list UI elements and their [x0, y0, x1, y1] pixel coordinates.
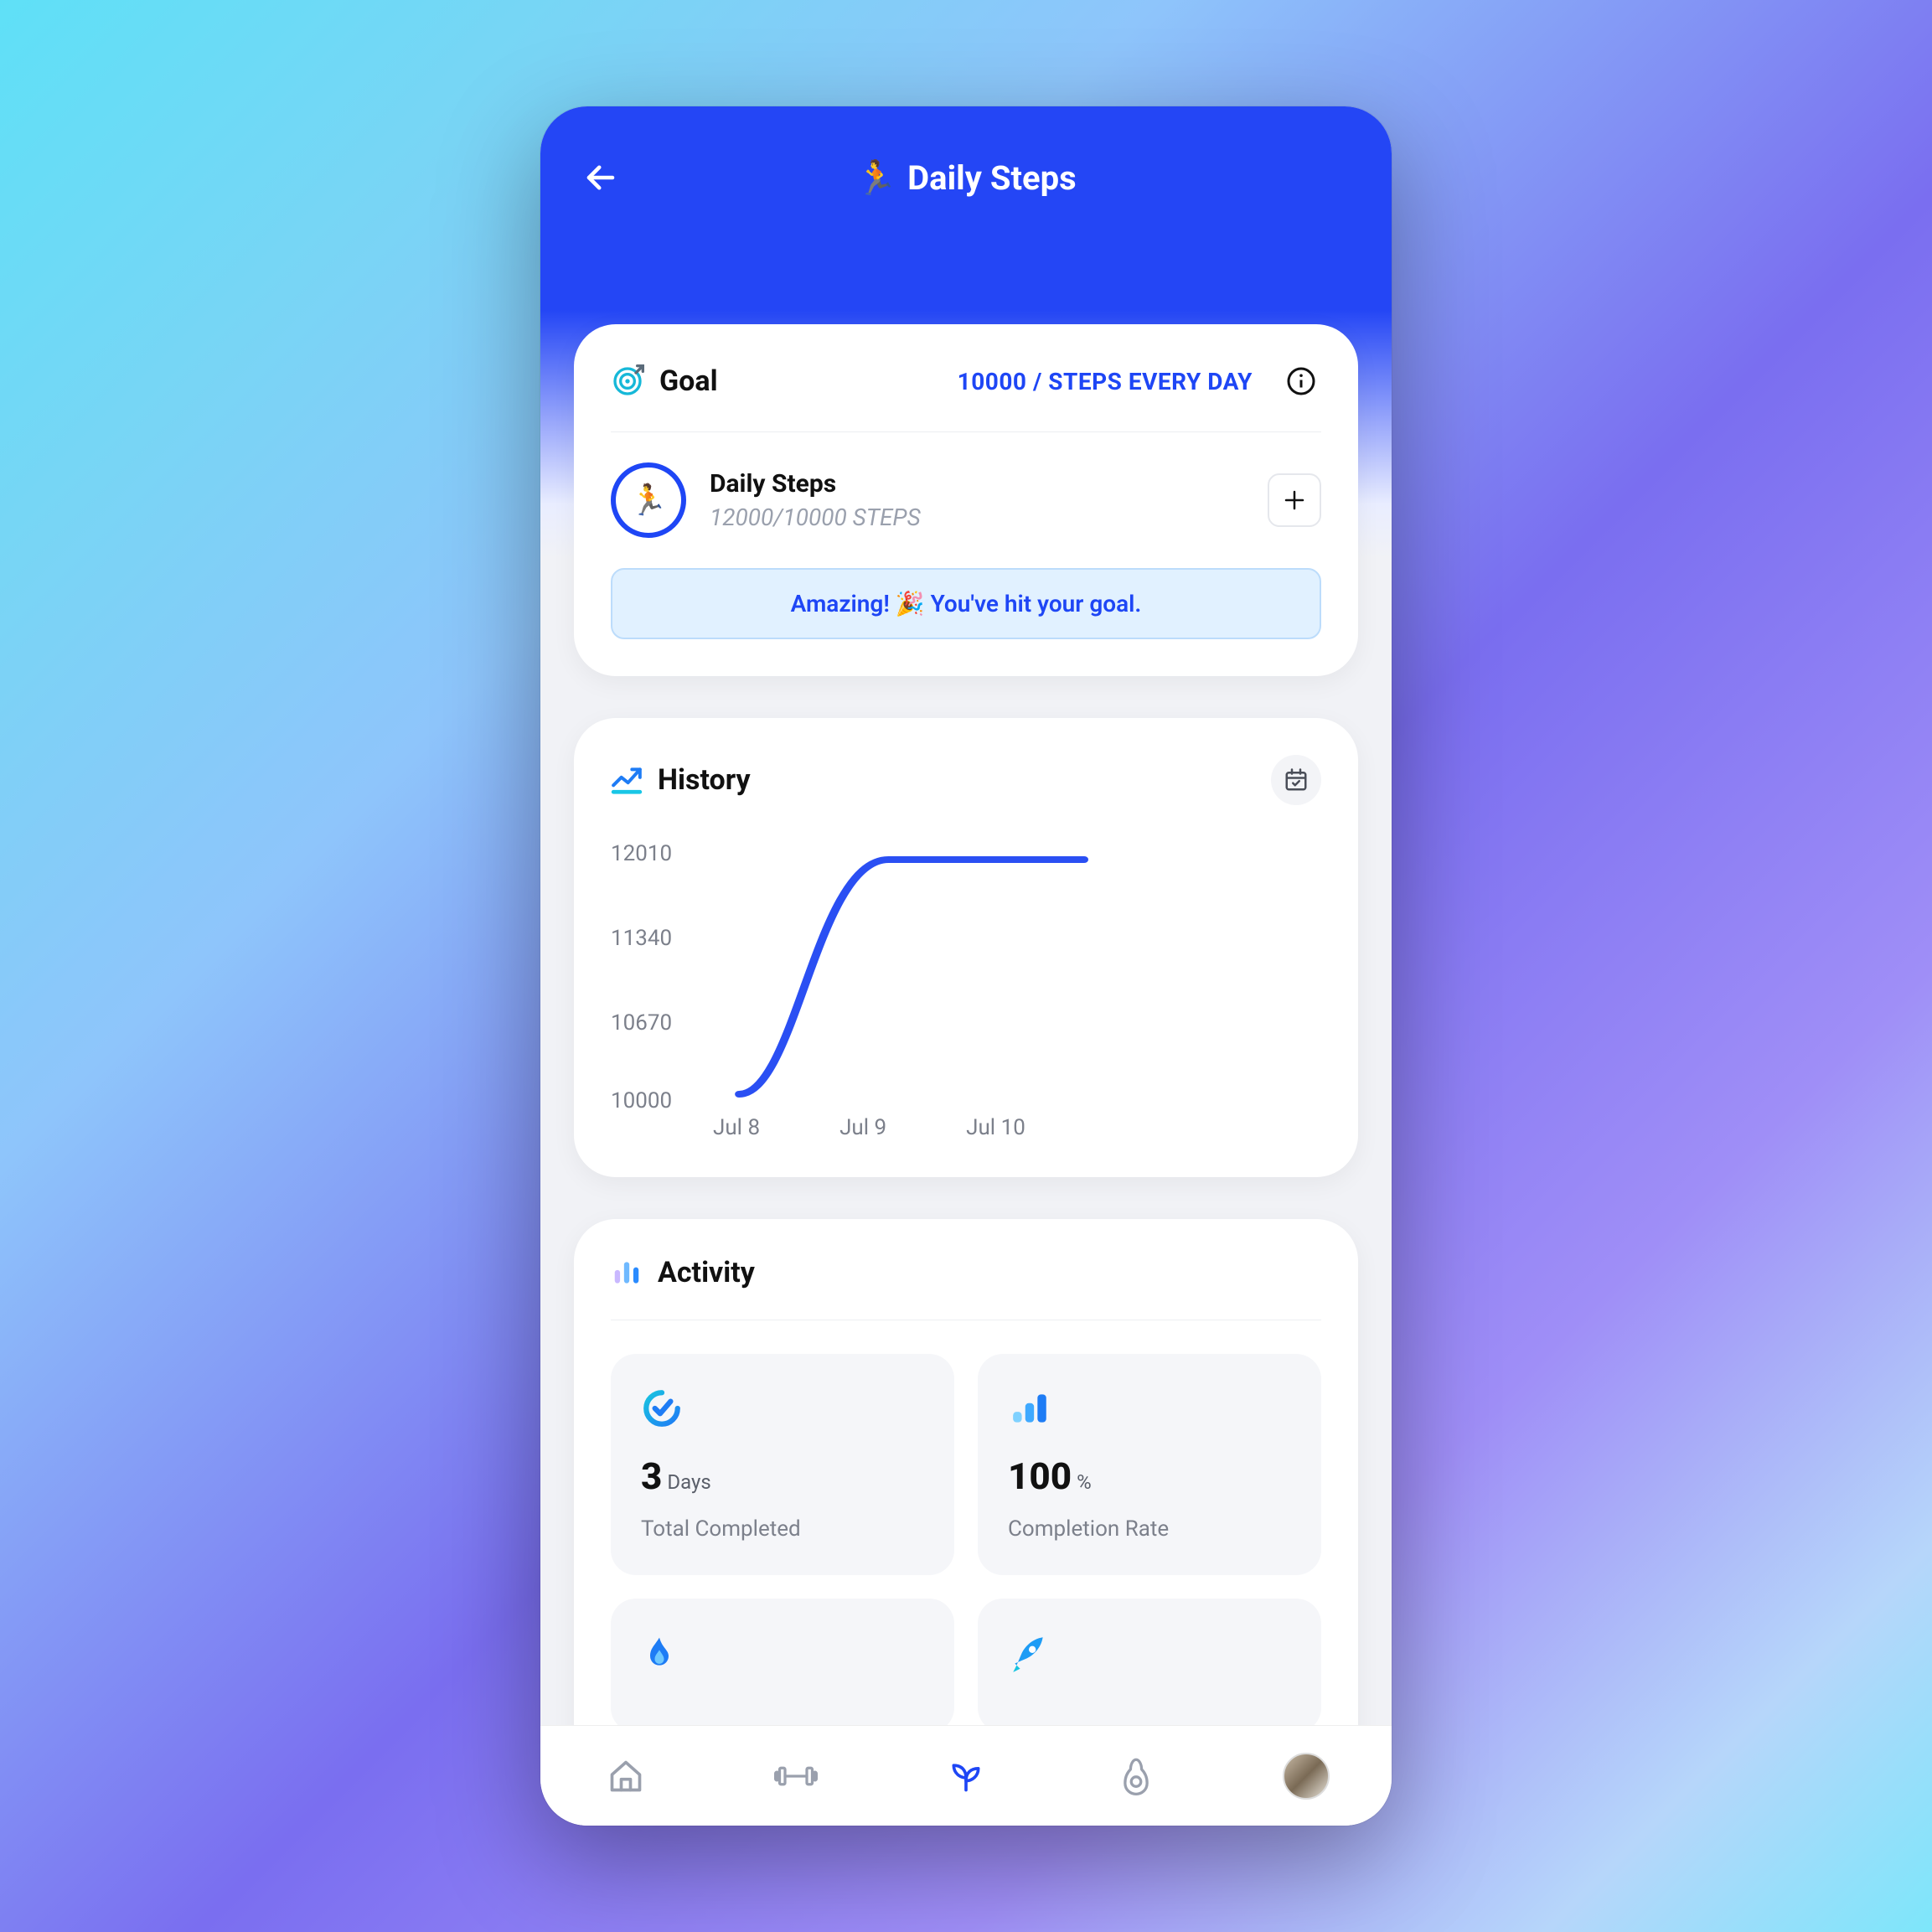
goal-heading: Goal — [659, 364, 718, 398]
tile-unit: Days — [667, 1470, 710, 1494]
bar-chart-icon — [1008, 1387, 1291, 1429]
y-tick: 10000 — [611, 1088, 672, 1113]
activity-card-header: Activity — [611, 1256, 1321, 1289]
target-icon — [611, 364, 644, 398]
back-button[interactable] — [574, 151, 628, 204]
info-icon — [1286, 366, 1316, 396]
history-card: History 12010 11340 10670 10000 Jul 8 — [574, 718, 1358, 1177]
avatar-icon — [1283, 1753, 1330, 1800]
calendar-icon — [1284, 767, 1309, 793]
goal-achieved-banner: Amazing! 🎉 You've hit your goal. — [611, 568, 1321, 639]
x-tick: Jul 9 — [839, 1115, 886, 1140]
y-tick: 10670 — [611, 1010, 672, 1036]
add-entry-button[interactable] — [1268, 473, 1321, 527]
x-tick: Jul 8 — [713, 1115, 760, 1140]
plant-icon — [946, 1758, 986, 1795]
page-title: 🏃 Daily Steps — [855, 158, 1076, 198]
rocket-icon — [1008, 1632, 1291, 1674]
nav-nutrition[interactable] — [1113, 1753, 1160, 1800]
chart-plot-area — [703, 847, 1321, 1098]
history-heading: History — [658, 763, 751, 797]
nav-profile[interactable] — [1283, 1753, 1330, 1800]
tile-value: 100 — [1008, 1454, 1072, 1498]
info-button[interactable] — [1281, 361, 1321, 401]
y-tick: 12010 — [611, 841, 672, 866]
activity-heading: Activity — [658, 1256, 755, 1289]
calendar-button[interactable] — [1271, 755, 1321, 805]
flame-icon — [641, 1632, 924, 1674]
bars-icon — [611, 1257, 643, 1289]
app-header: 🏃 Daily Steps — [540, 106, 1392, 249]
home-icon — [607, 1758, 644, 1795]
tile-unit: % — [1077, 1470, 1092, 1494]
x-tick: Jul 10 — [966, 1115, 1025, 1140]
goal-progress-ring: 🏃 — [611, 462, 686, 538]
arrow-left-icon — [583, 160, 618, 195]
goal-item-subtitle: 12000/10000 STEPS — [710, 504, 921, 531]
dumbbell-icon — [774, 1758, 818, 1795]
trend-icon — [611, 764, 643, 796]
tile-subtitle: Total Completed — [641, 1516, 924, 1542]
nav-home[interactable] — [602, 1753, 649, 1800]
tile-total-completed: 3Days Total Completed — [611, 1354, 954, 1575]
plus-icon — [1282, 488, 1307, 513]
page-title-text: Daily Steps — [907, 158, 1076, 198]
goal-card-header: Goal 10000 / STEPS EVERY DAY — [611, 361, 1321, 401]
x-axis: Jul 8 Jul 9 Jul 10 — [703, 1115, 1321, 1140]
bottom-navigation — [540, 1725, 1392, 1826]
goal-card: Goal 10000 / STEPS EVERY DAY 🏃 Daily Ste… — [574, 324, 1358, 676]
tile-boost — [978, 1599, 1321, 1733]
avocado-icon — [1119, 1757, 1153, 1795]
goal-item-text: Daily Steps 12000/10000 STEPS — [710, 469, 921, 531]
app-screen: 🏃 Daily Steps Goal 10000 / STEPS EVERY D… — [540, 106, 1392, 1826]
content-scroll: Goal 10000 / STEPS EVERY DAY 🏃 Daily Ste… — [540, 249, 1392, 1826]
page-title-icon: 🏃 — [855, 158, 897, 198]
history-chart: 12010 11340 10670 10000 Jul 8 Jul 9 Jul … — [611, 839, 1321, 1140]
goal-summary: 10000 / STEPS EVERY DAY — [958, 368, 1253, 395]
goal-item: 🏃 Daily Steps 12000/10000 STEPS — [611, 462, 1321, 538]
history-card-header: History — [611, 755, 1321, 805]
activity-tiles: 3Days Total Completed 100% Completion Ra… — [611, 1354, 1321, 1733]
tile-value: 3 — [641, 1454, 662, 1498]
goal-item-title: Daily Steps — [710, 469, 921, 498]
tile-streak — [611, 1599, 954, 1733]
tile-subtitle: Completion Rate — [1008, 1516, 1291, 1542]
line-chart-svg — [703, 847, 1321, 1098]
divider — [611, 431, 1321, 432]
tile-completion-rate: 100% Completion Rate — [978, 1354, 1321, 1575]
runner-icon: 🏃 — [630, 483, 668, 518]
check-circle-icon — [641, 1387, 924, 1429]
nav-growth[interactable] — [943, 1753, 989, 1800]
nav-workout[interactable] — [772, 1753, 819, 1800]
y-tick: 11340 — [611, 926, 672, 951]
